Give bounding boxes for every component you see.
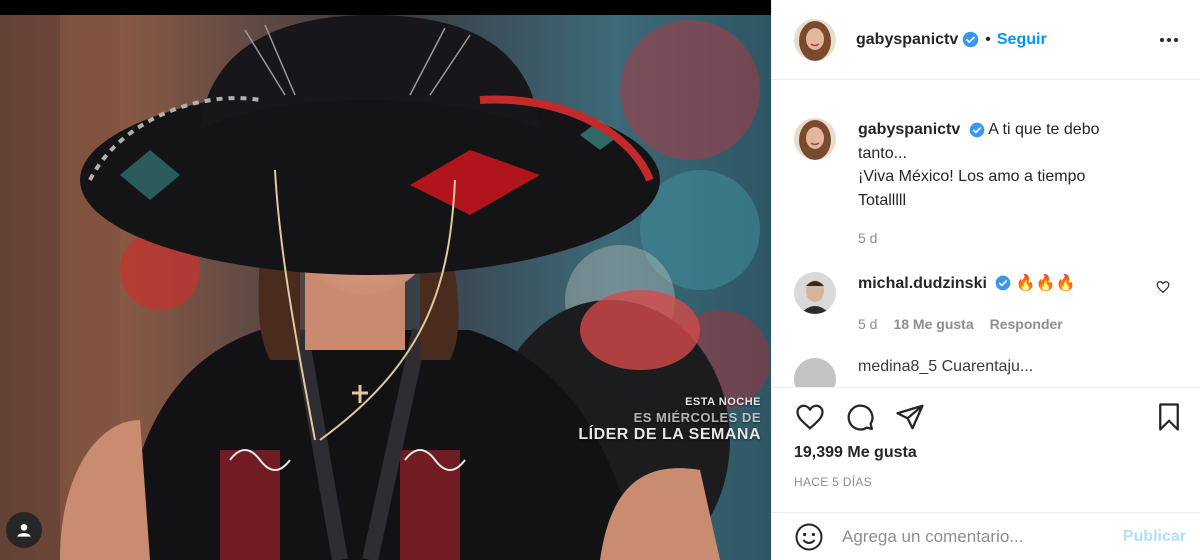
comment-timestamp[interactable]: 5 d	[858, 313, 877, 336]
user-tag-button[interactable]	[6, 512, 42, 548]
comment-item-peek: medina8_5 Cuarentaju...	[794, 357, 1184, 387]
caption-timestamp[interactable]: 5 d	[858, 227, 1099, 251]
caption-body: gabyspanictv A ti que te debo tanto... ¡…	[858, 118, 1099, 251]
comment-meta: 5 d 18 Me gusta Responder	[858, 313, 1076, 336]
comment-body: michal.dudzinski 🔥🔥🔥 5 d 18 Me gusta Res…	[858, 272, 1076, 336]
post-sidebar: gabyspanictv • Seguir gabyspanictv A ti …	[771, 0, 1200, 560]
post-header: gabyspanictv • Seguir	[772, 0, 1200, 80]
reply-button[interactable]: Responder	[990, 313, 1063, 336]
author-username[interactable]: gabyspanictv	[856, 31, 958, 49]
comment-like-count[interactable]: 18 Me gusta	[893, 313, 973, 336]
comment-text-peek: medina8_5 Cuarentaju...	[858, 357, 1034, 375]
verified-badge-icon	[969, 122, 985, 138]
caption-text-line-2: tanto...	[858, 144, 907, 162]
comments-section[interactable]: gabyspanictv A ti que te debo tanto... ¡…	[772, 80, 1200, 387]
post-age[interactable]: HACE 5 DÍAS	[794, 475, 1184, 489]
comment-input[interactable]	[842, 526, 1123, 547]
author-avatar[interactable]	[794, 18, 836, 61]
publish-button[interactable]: Publicar	[1123, 528, 1186, 546]
overlay-caption-line-2: ES MIÉRCOLES DE	[633, 410, 761, 425]
more-options-icon[interactable]	[1154, 30, 1184, 50]
share-icon[interactable]	[894, 402, 926, 432]
comment-like-heart-icon[interactable]	[1156, 280, 1170, 299]
post-caption: gabyspanictv A ti que te debo tanto... ¡…	[794, 118, 1184, 251]
overlay-caption-line-3: LÍDER DE LA SEMANA	[578, 426, 761, 443]
post: ESTA NOCHE ES MIÉRCOLES DE LÍDER DE LA S…	[0, 0, 1200, 560]
caption-text-line-1: A ti que te debo	[988, 121, 1100, 138]
verified-badge-icon	[962, 31, 979, 48]
user-tag-icon	[17, 524, 31, 537]
commenter-avatar[interactable]	[794, 271, 836, 314]
comment-icon[interactable]	[844, 402, 876, 432]
post-photo	[0, 0, 771, 560]
header-separator: •	[985, 30, 991, 48]
post-media[interactable]: ESTA NOCHE ES MIÉRCOLES DE LÍDER DE LA S…	[0, 0, 771, 560]
emoji-icon[interactable]	[794, 522, 824, 552]
action-bar	[794, 388, 1184, 446]
heart-icon[interactable]	[794, 402, 826, 432]
commenter-username[interactable]: michal.dudzinski	[858, 275, 987, 292]
comment-text: 🔥🔥🔥	[1015, 274, 1076, 292]
caption-avatar[interactable]	[794, 118, 836, 160]
caption-text-line-3: ¡Viva México! Los amo a tiempo	[858, 168, 1086, 185]
actions-area: 19,399 Me gusta HACE 5 DÍAS	[772, 387, 1200, 512]
caption-username[interactable]: gabyspanictv	[858, 121, 960, 138]
commenter-avatar[interactable]	[794, 357, 836, 387]
verified-badge-icon	[995, 275, 1011, 291]
comment-item: michal.dudzinski 🔥🔥🔥 5 d 18 Me gusta Res…	[794, 271, 1184, 336]
overlay-caption-line-1: ESTA NOCHE	[685, 396, 761, 408]
caption-text-line-4: Totalllll	[858, 191, 907, 209]
follow-button[interactable]: Seguir	[997, 31, 1047, 49]
bookmark-icon[interactable]	[1154, 401, 1184, 433]
comment-composer: Publicar	[772, 512, 1200, 560]
like-count[interactable]: 19,399 Me gusta	[794, 444, 1184, 462]
